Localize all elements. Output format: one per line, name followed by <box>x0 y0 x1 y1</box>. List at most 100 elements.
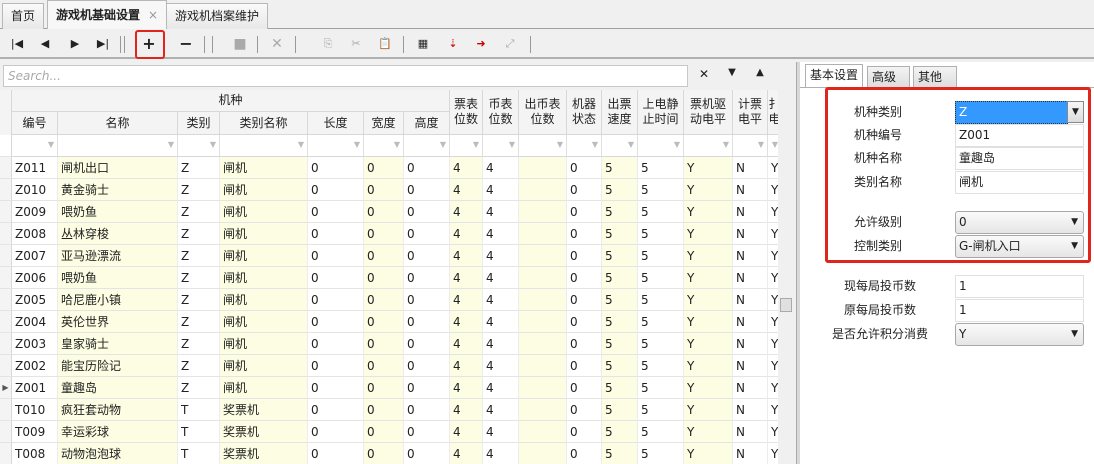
column-header[interactable]: 出票 速度 <box>602 90 638 135</box>
table-cell[interactable]: Y <box>768 399 778 421</box>
table-row[interactable]: Z004 英伦世界 Z 闸机 0 0 0 4 4 0 5 5 Y N Y <box>0 311 778 333</box>
table-cell[interactable]: 0 <box>404 179 450 201</box>
table-cell[interactable]: N <box>733 443 768 464</box>
filter-dropdown-icon[interactable]: ▼ <box>440 140 446 149</box>
scrollbar-thumb[interactable] <box>780 298 792 312</box>
table-cell[interactable] <box>519 267 567 289</box>
table-cell[interactable]: 0 <box>308 399 364 421</box>
table-cell[interactable] <box>519 333 567 355</box>
column-filter[interactable]: ▼ <box>404 135 450 157</box>
table-cell[interactable]: 亚马逊漂流 <box>58 245 178 267</box>
table-cell[interactable]: 闸机 <box>220 179 308 201</box>
table-cell[interactable]: 5 <box>602 399 638 421</box>
filter-dropdown-icon[interactable]: ▼ <box>168 140 174 149</box>
table-row[interactable]: Z003 皇家骑士 Z 闸机 0 0 0 4 4 0 5 5 Y N Y <box>0 333 778 355</box>
filter-dropdown-icon[interactable]: ▼ <box>210 140 216 149</box>
table-cell[interactable]: 奖票机 <box>220 399 308 421</box>
table-cell[interactable]: 闸机出口 <box>58 157 178 179</box>
column-header[interactable]: 类别名称 <box>220 112 308 135</box>
table-cell[interactable]: 0 <box>364 201 404 223</box>
table-cell[interactable]: T008 <box>12 443 58 464</box>
table-cell[interactable]: Y <box>684 201 733 223</box>
prev-record-icon[interactable]: ◀ <box>34 34 56 54</box>
table-cell[interactable]: 5 <box>602 245 638 267</box>
table-cell[interactable]: 闸机 <box>220 377 308 399</box>
table-cell[interactable]: 5 <box>602 311 638 333</box>
table-cell[interactable]: 4 <box>450 201 483 223</box>
paste-icon[interactable]: 📋 <box>374 34 396 54</box>
table-cell[interactable]: 0 <box>404 289 450 311</box>
table-cell[interactable]: Z002 <box>12 355 58 377</box>
table-row[interactable]: T009 幸运彩球 T 奖票机 0 0 0 4 4 0 5 5 Y N Y <box>0 421 778 443</box>
table-cell[interactable]: 5 <box>602 421 638 443</box>
table-cell[interactable]: 动物泡泡球 <box>58 443 178 464</box>
table-cell[interactable]: 4 <box>450 333 483 355</box>
vertical-scrollbar[interactable] <box>778 62 794 464</box>
table-cell[interactable]: 4 <box>450 355 483 377</box>
table-cell[interactable]: 4 <box>483 179 519 201</box>
table-cell[interactable]: 0 <box>404 377 450 399</box>
table-cell[interactable]: 4 <box>483 399 519 421</box>
table-cell[interactable] <box>519 179 567 201</box>
table-cell[interactable]: 5 <box>638 333 684 355</box>
search-next-icon[interactable]: ▼ <box>724 67 740 78</box>
table-cell[interactable]: 5 <box>602 355 638 377</box>
table-cell[interactable]: 4 <box>483 377 519 399</box>
table-cell[interactable]: 疯狂套动物 <box>58 399 178 421</box>
table-cell[interactable]: 0 <box>364 157 404 179</box>
table-cell[interactable]: 0 <box>364 289 404 311</box>
column-filter[interactable]: ▼ <box>733 135 768 157</box>
column-filter[interactable]: ▼ <box>684 135 733 157</box>
column-header[interactable]: 扌 电 <box>768 90 778 135</box>
filter-dropdown-icon[interactable]: ▼ <box>758 140 764 149</box>
column-header[interactable]: 出币表 位数 <box>519 90 567 135</box>
properties-icon[interactable]: ▦ <box>412 34 434 54</box>
table-cell[interactable]: 5 <box>638 157 684 179</box>
table-cell[interactable] <box>519 289 567 311</box>
table-cell[interactable]: 0 <box>364 267 404 289</box>
table-cell[interactable]: 0 <box>308 355 364 377</box>
column-header[interactable]: 上电静 止时间 <box>638 90 684 135</box>
table-cell[interactable]: 4 <box>483 333 519 355</box>
table-cell[interactable]: Y <box>684 333 733 355</box>
table-cell[interactable]: 喂奶鱼 <box>58 267 178 289</box>
table-cell[interactable]: 奖票机 <box>220 443 308 464</box>
table-cell[interactable]: 4 <box>450 399 483 421</box>
table-cell[interactable]: 0 <box>308 421 364 443</box>
import-icon[interactable]: ⇣ <box>442 34 464 54</box>
table-cell[interactable] <box>519 157 567 179</box>
table-cell[interactable]: 5 <box>602 157 638 179</box>
table-cell[interactable] <box>519 311 567 333</box>
table-cell[interactable]: 0 <box>364 355 404 377</box>
table-cell[interactable]: 哈尼鹿小镇 <box>58 289 178 311</box>
column-filter[interactable]: ▼ <box>450 135 483 157</box>
tab-home[interactable]: 首页 <box>2 3 45 29</box>
table-cell[interactable]: 4 <box>483 267 519 289</box>
table-cell[interactable]: 0 <box>404 245 450 267</box>
table-cell[interactable]: 5 <box>638 399 684 421</box>
table-row[interactable]: Z010 黄金骑士 Z 闸机 0 0 0 4 4 0 5 5 Y N Y <box>0 179 778 201</box>
table-cell[interactable]: 闸机 <box>220 201 308 223</box>
table-cell[interactable]: N <box>733 421 768 443</box>
table-cell[interactable]: N <box>733 201 768 223</box>
table-cell[interactable]: 0 <box>364 311 404 333</box>
table-cell[interactable]: 5 <box>638 223 684 245</box>
table-cell[interactable]: 0 <box>567 399 602 421</box>
table-cell[interactable]: 5 <box>638 267 684 289</box>
table-cell[interactable] <box>519 399 567 421</box>
table-cell[interactable]: 5 <box>602 267 638 289</box>
filter-dropdown-icon[interactable]: ▼ <box>557 140 563 149</box>
column-filter[interactable]: ▼ <box>768 135 778 157</box>
table-cell[interactable]: Y <box>768 377 778 399</box>
table-cell[interactable]: Y <box>768 443 778 464</box>
table-cell[interactable]: 5 <box>602 201 638 223</box>
table-row[interactable]: Z005 哈尼鹿小镇 Z 闸机 0 0 0 4 4 0 5 5 Y N Y <box>0 289 778 311</box>
close-icon[interactable]: × <box>148 8 158 22</box>
table-cell[interactable]: Y <box>684 355 733 377</box>
table-cell[interactable]: 0 <box>567 201 602 223</box>
table-cell[interactable]: 奖票机 <box>220 421 308 443</box>
table-cell[interactable]: Y <box>684 421 733 443</box>
table-cell[interactable] <box>519 201 567 223</box>
table-cell[interactable]: 4 <box>450 267 483 289</box>
column-filter[interactable]: ▼ <box>364 135 404 157</box>
